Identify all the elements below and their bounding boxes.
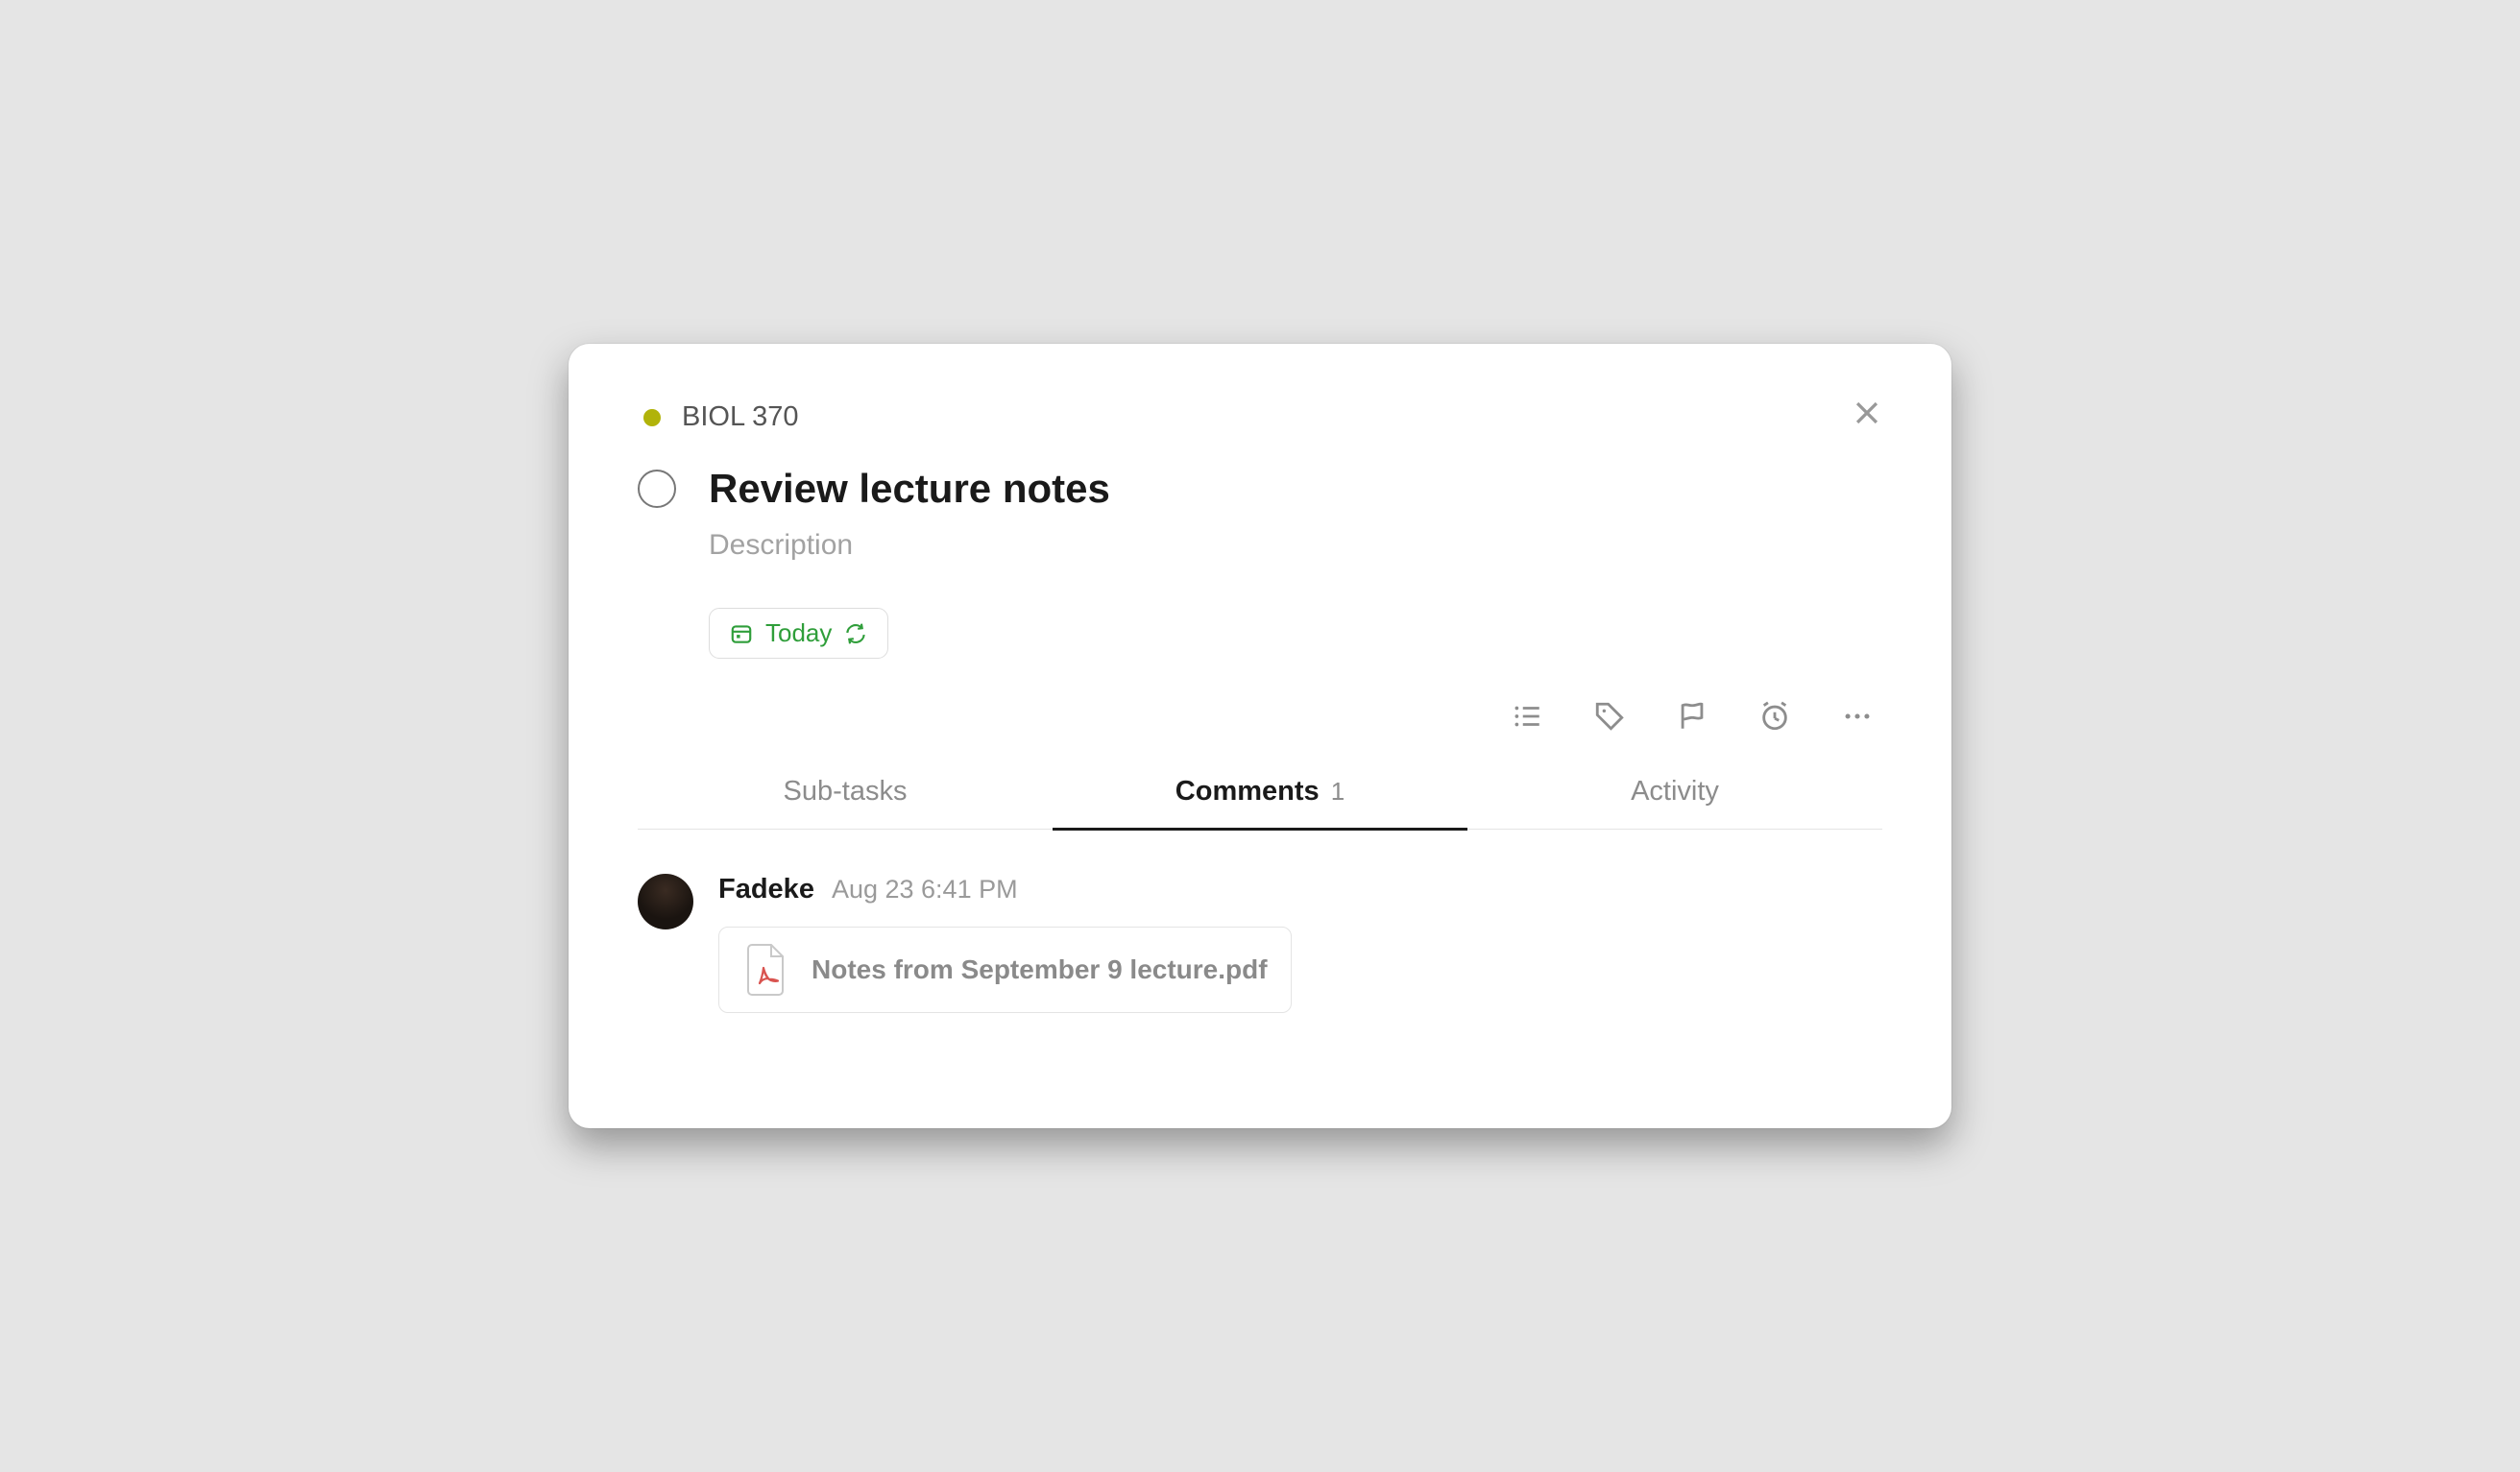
due-date-chip[interactable]: Today	[709, 608, 888, 659]
tag-icon	[1593, 700, 1626, 733]
close-icon	[1851, 397, 1883, 429]
attachment-filename: Notes from September 9 lecture.pdf	[812, 954, 1268, 985]
tab-subtasks-label: Sub-tasks	[784, 776, 908, 807]
description-field[interactable]: Description	[709, 529, 1882, 562]
pdf-file-icon	[742, 943, 788, 997]
chip-row: Today	[709, 608, 1882, 659]
comment-timestamp: Aug 23 6:41 PM	[832, 875, 1018, 905]
alarm-icon	[1758, 700, 1791, 733]
tab-comments[interactable]: Comments 1	[1053, 764, 1467, 829]
comment-header: Fadeke Aug 23 6:41 PM	[718, 874, 1882, 905]
flag-icon	[1676, 700, 1708, 733]
more-icon	[1841, 700, 1874, 733]
list-button[interactable]	[1508, 697, 1546, 736]
tab-activity-label: Activity	[1631, 776, 1719, 807]
avatar[interactable]	[638, 874, 693, 929]
complete-checkbox[interactable]	[638, 470, 676, 508]
tag-button[interactable]	[1590, 697, 1629, 736]
task-detail-card: BIOL 370 Review lecture notes Descriptio…	[569, 344, 1951, 1128]
project-color-dot	[643, 409, 661, 426]
comment-body: Fadeke Aug 23 6:41 PM Notes from Septemb…	[718, 874, 1882, 1013]
list-icon	[1511, 700, 1543, 733]
tab-comments-count: 1	[1331, 777, 1345, 806]
task-actions	[638, 697, 1882, 736]
task-title-row: Review lecture notes	[638, 466, 1882, 512]
reminder-button[interactable]	[1756, 697, 1794, 736]
comment-item: Fadeke Aug 23 6:41 PM Notes from Septemb…	[638, 874, 1882, 1013]
flag-button[interactable]	[1673, 697, 1711, 736]
refresh-icon	[843, 621, 868, 646]
calendar-icon	[729, 621, 754, 646]
comment-author: Fadeke	[718, 874, 814, 905]
more-button[interactable]	[1838, 697, 1877, 736]
attachment-chip[interactable]: Notes from September 9 lecture.pdf	[718, 927, 1292, 1013]
tab-activity[interactable]: Activity	[1467, 764, 1882, 829]
due-date-label: Today	[765, 618, 832, 648]
tab-comments-label: Comments	[1175, 776, 1320, 807]
tabs: Sub-tasks Comments 1 Activity	[638, 764, 1882, 830]
task-title[interactable]: Review lecture notes	[709, 466, 1110, 512]
project-name[interactable]: BIOL 370	[682, 401, 798, 433]
close-button[interactable]	[1844, 390, 1890, 436]
breadcrumb: BIOL 370	[638, 401, 1882, 433]
tab-subtasks[interactable]: Sub-tasks	[638, 764, 1053, 829]
